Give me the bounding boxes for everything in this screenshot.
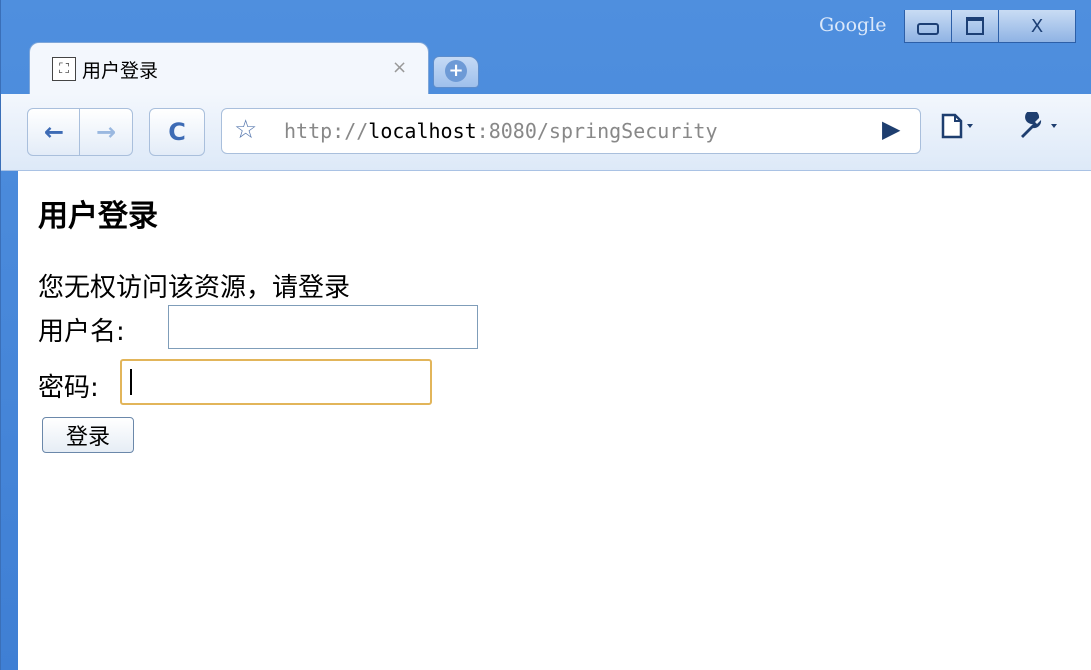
maximize-icon bbox=[966, 17, 984, 35]
password-input[interactable] bbox=[120, 359, 432, 405]
forward-button[interactable]: → bbox=[79, 108, 133, 156]
window-controls: X bbox=[904, 10, 1076, 44]
wrench-menu-icon[interactable] bbox=[1015, 110, 1065, 146]
login-button[interactable]: 登录 bbox=[42, 417, 134, 453]
minimize-icon bbox=[917, 23, 939, 35]
url-rest: :8080/springSecurity bbox=[476, 119, 718, 143]
url-scheme: http:// bbox=[284, 119, 369, 143]
username-label: 用户名: bbox=[38, 317, 125, 347]
wrench-svg bbox=[1021, 110, 1057, 138]
username-input[interactable] bbox=[168, 305, 478, 349]
minimize-button[interactable] bbox=[904, 10, 952, 43]
bookmark-star-icon[interactable]: ☆ bbox=[234, 115, 257, 145]
plus-icon: + bbox=[445, 60, 467, 82]
password-label: 密码: bbox=[38, 373, 99, 403]
page-menu-svg bbox=[941, 113, 973, 139]
page-title: 用户登录 bbox=[38, 199, 158, 234]
reload-button[interactable]: C bbox=[149, 108, 205, 156]
tab-login[interactable]: ⛶ 用户登录 × bbox=[29, 42, 429, 96]
tab-close-icon[interactable]: × bbox=[392, 57, 407, 78]
back-arrow-icon: ← bbox=[43, 118, 65, 146]
browser-window: Google X ⛶ 用户登录 × + ← → C ☆ http://local… bbox=[0, 0, 1091, 670]
address-bar[interactable]: ☆ http://localhost:8080/springSecurity ▶ bbox=[221, 108, 921, 154]
access-denied-notice: 您无权访问该资源，请登录 bbox=[38, 273, 351, 303]
back-button[interactable]: ← bbox=[27, 108, 81, 156]
new-tab-button[interactable]: + bbox=[433, 56, 479, 88]
reload-icon: C bbox=[168, 118, 186, 146]
page-favicon-icon: ⛶ bbox=[52, 57, 76, 81]
forward-arrow-icon: → bbox=[95, 118, 117, 146]
url-text[interactable]: http://localhost:8080/springSecurity bbox=[284, 119, 864, 143]
brand-label: Google bbox=[819, 14, 887, 36]
text-caret bbox=[130, 369, 132, 395]
page-content: 用户登录 您无权访问该资源，请登录 用户名: 密码: 登录 bbox=[18, 171, 1091, 670]
tab-title: 用户登录 bbox=[82, 60, 159, 82]
maximize-button[interactable] bbox=[951, 10, 999, 43]
browser-toolbar: ← → C ☆ http://localhost:8080/springSecu… bbox=[1, 94, 1091, 171]
close-window-button[interactable]: X bbox=[998, 10, 1076, 43]
url-host: localhost bbox=[368, 119, 477, 143]
page-menu-icon[interactable] bbox=[939, 112, 979, 146]
go-icon[interactable]: ▶ bbox=[882, 115, 900, 143]
close-icon: X bbox=[1030, 15, 1044, 37]
